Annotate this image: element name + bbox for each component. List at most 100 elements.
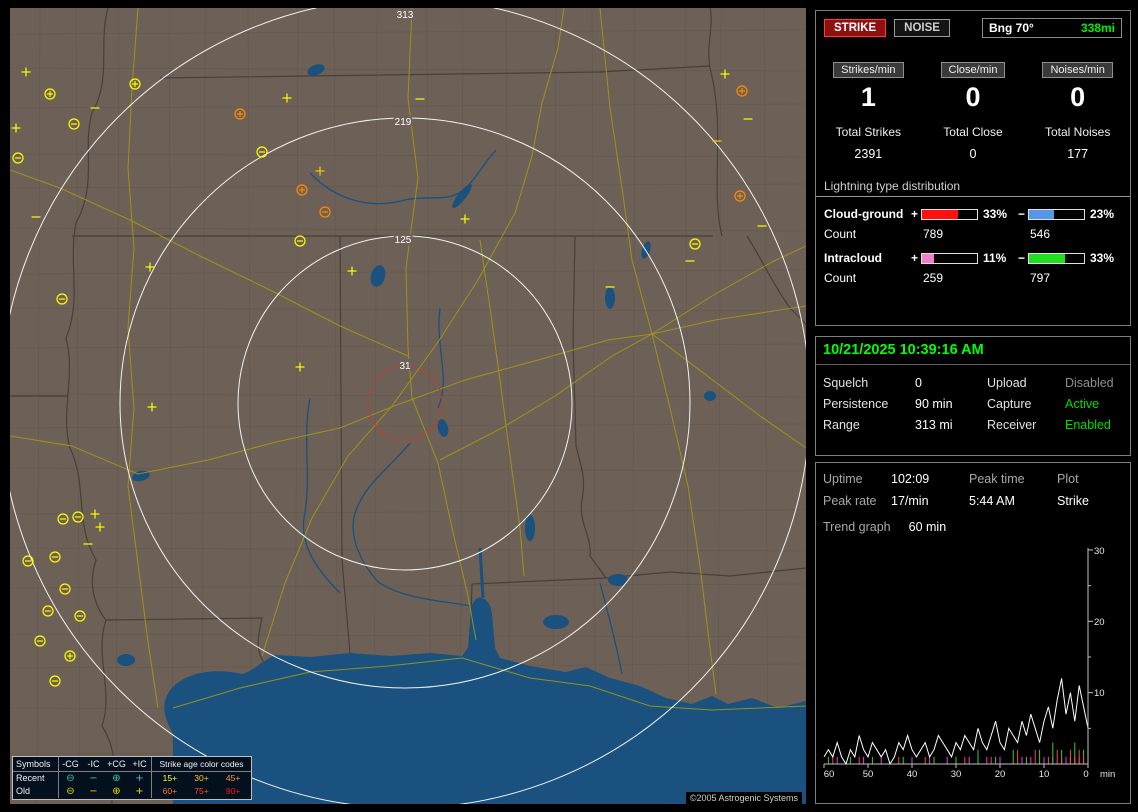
peak-time-label: Peak time xyxy=(969,472,1025,486)
cg-minus-icon: ⊖ xyxy=(66,772,75,784)
cg-positive-bar xyxy=(921,208,978,220)
count-label: Count xyxy=(824,227,857,241)
receiver-label: Receiver xyxy=(987,418,1037,432)
cg-positive-bar-fill xyxy=(922,209,959,219)
status-panel: 10/21/2025 10:39:16 AM Squelch 0 Upload … xyxy=(815,336,1131,456)
legend-age-title: Strike age color codes xyxy=(151,757,251,771)
trend-panel: Uptime 102:09 Peak time Plot Peak rate 1… xyxy=(815,462,1131,804)
upload-state: Disabled xyxy=(1065,376,1114,390)
strikes-per-min-label: Strikes/min xyxy=(833,62,904,78)
mode-button-row: STRIKE NOISE Bng 70° 338mi xyxy=(816,11,1130,38)
ic-negative-count: 797 xyxy=(1030,271,1051,285)
intracloud-count-row: Count 259 797 xyxy=(816,271,1130,285)
minus-sign: − xyxy=(1017,251,1025,265)
strikes-per-min-value: 1 xyxy=(860,82,876,112)
total-strikes-value: 2391 xyxy=(854,147,883,161)
cloud-ground-row: Cloud-ground + 33% − 23% xyxy=(816,207,1130,221)
uptime-peak-readout: Uptime 102:09 Peak time Plot Peak rate 1… xyxy=(816,463,1130,508)
ic-negative-bar-fill xyxy=(1029,253,1066,263)
cg-negative-bar xyxy=(1028,208,1085,220)
legend-ic-neg-header: -IC xyxy=(87,758,100,769)
y-tick-10: 10 xyxy=(1094,688,1105,699)
close-per-min-value: 0 xyxy=(965,82,981,112)
total-noises-value: 177 xyxy=(1067,147,1089,161)
x-tick-20: 20 xyxy=(995,769,1006,780)
rate-counters: Strikes/min 1 Total Strikes 2391 Close/m… xyxy=(816,60,1130,161)
persistence-label: Persistence xyxy=(823,397,889,411)
age-45: 45+ xyxy=(225,773,241,784)
intracloud-row: Intracloud + 11% − 33% xyxy=(816,251,1130,265)
squelch-label: Squelch xyxy=(823,376,869,390)
strike-mode-button[interactable]: STRIKE xyxy=(824,19,887,37)
total-strikes-label: Total Strikes xyxy=(835,125,901,139)
intracloud-label: Intracloud xyxy=(824,251,883,265)
settings-readout: Squelch 0 Upload Disabled Persistence 90… xyxy=(816,365,1130,443)
x-unit-label: min xyxy=(1100,769,1115,780)
ring-label-313: 313 xyxy=(397,10,414,21)
cloud-ground-count-row: Count 789 546 xyxy=(816,227,1130,241)
capture-state: Active xyxy=(1065,397,1100,411)
axis-labels: 60 50 40 30 20 10 0 min 10 20 30 xyxy=(824,546,1116,780)
receiver-state: Enabled xyxy=(1065,418,1111,432)
age-60: 60+ xyxy=(162,786,178,797)
map-canvas: 313 219 125 31 xyxy=(10,8,806,804)
cg-positive-count: 789 xyxy=(923,227,944,241)
cg-negative-pct: 23% xyxy=(1090,207,1115,221)
total-noises-label: Total Noises xyxy=(1044,125,1111,139)
trend-graph-label: Trend graph xyxy=(823,520,891,534)
cg-minus-icon: ⊖ xyxy=(66,785,75,797)
axis-ticks xyxy=(823,549,1093,768)
ring-label-125: 125 xyxy=(395,235,412,246)
noises-per-min-value: 0 xyxy=(1070,82,1086,112)
noises-per-min-label: Noises/min xyxy=(1042,62,1113,78)
y-tick-20: 20 xyxy=(1094,617,1105,628)
age-15: 15+ xyxy=(162,773,178,784)
x-tick-0: 0 xyxy=(1083,769,1088,780)
plus-sign: + xyxy=(910,207,918,221)
uptime-value: 102:09 xyxy=(891,472,930,486)
legend-header-row: Symbols -CG -IC +CG +IC Strike age color… xyxy=(13,757,251,772)
legend-cg-neg-header: -CG xyxy=(62,758,79,769)
legend-old-row: Old ⊖ − ⊕ + 60+ 75+ 90+ xyxy=(13,785,251,798)
squelch-value: 0 xyxy=(915,376,922,390)
peak-rate-label: Peak rate xyxy=(823,494,877,508)
ic-plus-icon: + xyxy=(135,772,144,784)
upload-label: Upload xyxy=(987,376,1027,390)
capture-label: Capture xyxy=(987,397,1032,411)
statistics-panel: STRIKE NOISE Bng 70° 338mi Strikes/min 1… xyxy=(815,10,1131,326)
ic-negative-pct: 33% xyxy=(1090,251,1115,265)
cg-negative-bar-fill xyxy=(1029,209,1055,219)
plot-value: Strike xyxy=(1057,494,1089,508)
ic-positive-bar-fill xyxy=(922,253,935,263)
persistence-value: 90 min xyxy=(915,397,953,411)
legend-recent-row: Recent ⊖ − ⊕ + 15+ 30+ 45+ xyxy=(13,772,251,785)
noise-mode-button[interactable]: NOISE xyxy=(894,19,950,37)
legend-old-label: Old xyxy=(13,785,59,798)
ring-label-219: 219 xyxy=(395,117,412,128)
range-value: 313 mi xyxy=(915,418,953,432)
x-tick-10: 10 xyxy=(1039,769,1050,780)
ic-negative-bar xyxy=(1028,252,1085,264)
datetime-display: 10/21/2025 10:39:16 AM xyxy=(816,337,1130,365)
cloud-ground-label: Cloud-ground xyxy=(824,207,904,221)
range-label: Range xyxy=(823,418,860,432)
legend-recent-ages: 15+ 30+ 45+ xyxy=(151,772,251,785)
legend-old-ages: 60+ 75+ 90+ xyxy=(151,785,251,798)
legend-cg-pos-header: +CG xyxy=(107,758,126,769)
map-legend: Symbols -CG -IC +CG +IC Strike age color… xyxy=(12,756,252,800)
x-tick-60: 60 xyxy=(824,769,835,780)
lightning-map[interactable]: 313 219 125 31 Symbols -CG -IC +CG +IC S… xyxy=(10,8,806,804)
legend-recent-label: Recent xyxy=(13,772,59,785)
cg-plus-icon: ⊕ xyxy=(112,772,121,784)
divider xyxy=(816,196,1130,197)
trend-series xyxy=(823,678,1089,766)
nexstorm-window: 313 219 125 31 Symbols -CG -IC +CG +IC S… xyxy=(0,0,1138,812)
bearing-distance: 338mi xyxy=(1080,21,1115,35)
ic-positive-bar xyxy=(921,252,978,264)
plot-label: Plot xyxy=(1057,472,1079,486)
x-tick-50: 50 xyxy=(863,769,874,780)
age-75: 75+ xyxy=(194,786,209,797)
ic-plus-icon: + xyxy=(135,785,144,797)
cg-positive-pct: 33% xyxy=(983,207,1008,221)
total-close-value: 0 xyxy=(969,147,977,161)
